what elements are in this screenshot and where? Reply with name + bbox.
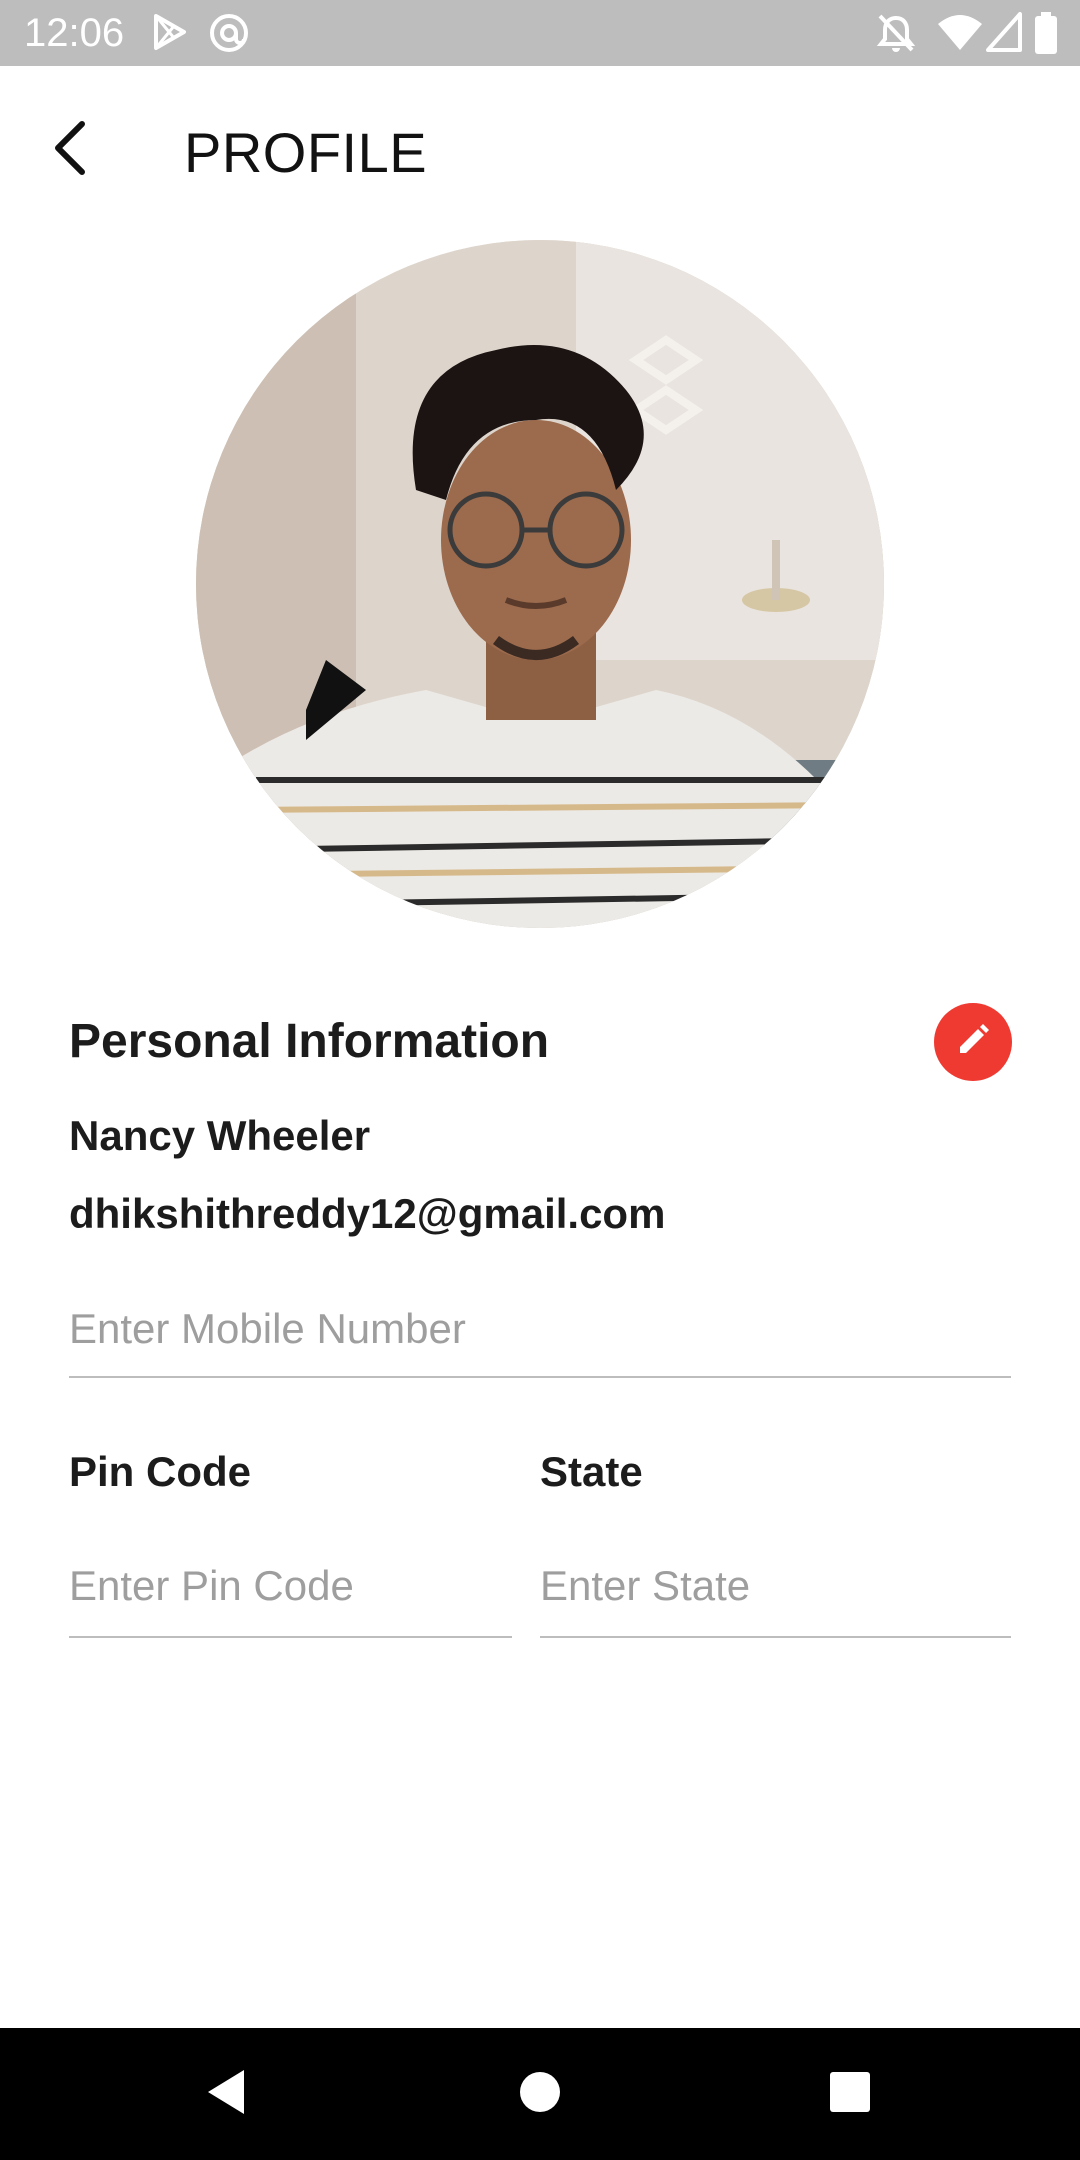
status-time: 12:06 xyxy=(24,11,125,55)
mobile-number-input[interactable] xyxy=(69,1282,1011,1378)
back-button[interactable] xyxy=(40,115,100,185)
battery-icon xyxy=(1034,12,1058,59)
page-title: PROFILE xyxy=(184,121,428,184)
section-title-personal-information: Personal Information xyxy=(69,1015,550,1068)
pencil-icon xyxy=(955,1022,991,1063)
back-triangle-icon xyxy=(204,2068,248,2121)
wifi-icon xyxy=(936,12,984,57)
pin-code-label: Pin Code xyxy=(69,1448,252,1495)
pin-code-input[interactable] xyxy=(69,1536,512,1638)
nav-home-button[interactable] xyxy=(510,2064,570,2124)
state-label: State xyxy=(540,1448,643,1495)
user-name: Nancy Wheeler xyxy=(69,1112,371,1159)
nav-back-button[interactable] xyxy=(196,2064,256,2124)
recents-square-icon xyxy=(828,2070,872,2119)
cellular-signal-icon xyxy=(986,12,1022,57)
profile-photo xyxy=(196,240,884,928)
system-navigation-bar xyxy=(0,2028,1080,2160)
at-sign-icon xyxy=(208,12,250,59)
avatar[interactable] xyxy=(196,240,884,928)
chevron-left-icon xyxy=(50,120,90,181)
state-input[interactable] xyxy=(540,1536,1011,1638)
user-email: dhikshithreddy12@gmail.com xyxy=(69,1190,666,1237)
edit-button[interactable] xyxy=(934,1003,1012,1081)
nav-recents-button[interactable] xyxy=(820,2064,880,2124)
status-bar: 12:06 xyxy=(0,0,1080,66)
play-store-icon xyxy=(150,12,190,57)
home-circle-icon xyxy=(518,2070,562,2119)
notifications-off-icon xyxy=(876,12,916,59)
